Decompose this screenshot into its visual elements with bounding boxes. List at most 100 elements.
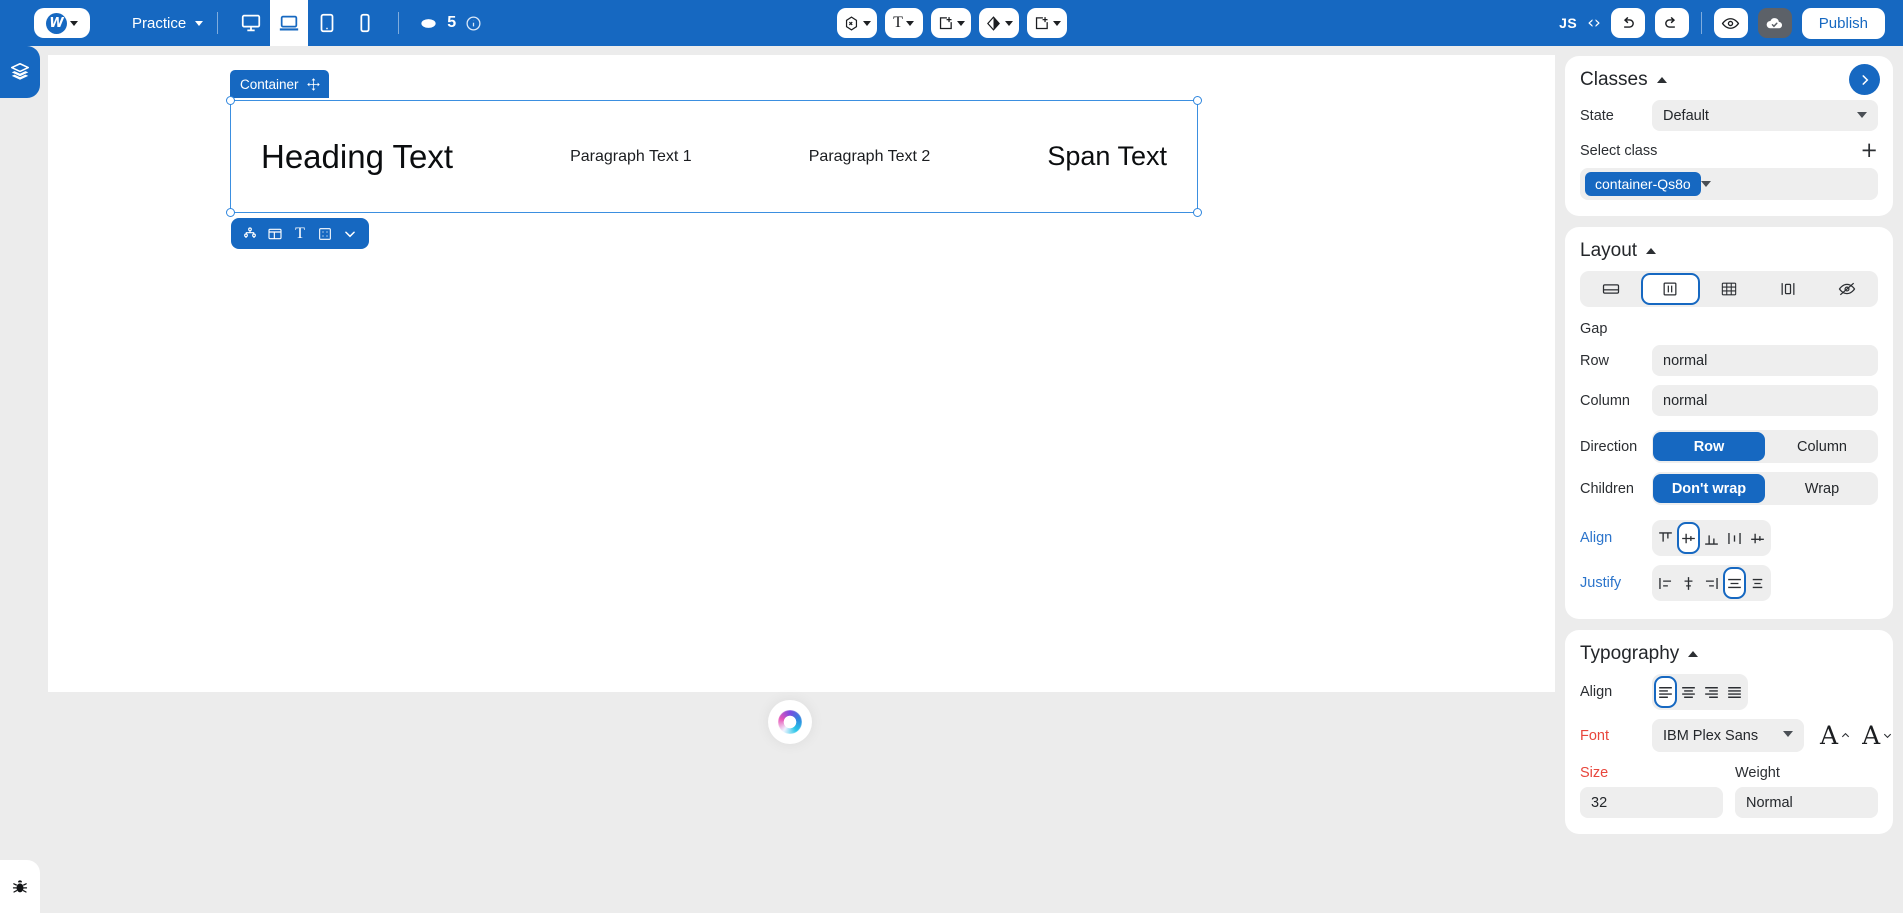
justify-space-around-button[interactable]	[1746, 567, 1769, 599]
resize-handle-top-left[interactable]	[226, 96, 235, 105]
display-block-button[interactable]	[1582, 273, 1641, 305]
canvas-heading[interactable]: Heading Text	[261, 138, 453, 176]
resize-handle-bottom-right[interactable]	[1193, 208, 1202, 217]
site-name-label: Practice	[132, 14, 187, 32]
structure-icon[interactable]	[239, 223, 261, 245]
text-align-left-button[interactable]	[1654, 676, 1677, 708]
chevron-up-icon[interactable]	[1688, 651, 1699, 657]
selected-container[interactable]: Container Heading Text Paragraph Text 1 …	[226, 70, 1202, 249]
align-baseline-button[interactable]	[1746, 522, 1769, 554]
sidebar-item-layers[interactable]	[0, 46, 40, 98]
display-none-button[interactable]	[1817, 273, 1876, 305]
breakpoint-desktop[interactable]	[232, 0, 270, 46]
cloud-check-icon	[1766, 17, 1783, 28]
add-class-button[interactable]: +	[1860, 140, 1878, 161]
size-weight-row: Size 32 Weight Normal	[1580, 765, 1878, 818]
canvas-area[interactable]: Container Heading Text Paragraph Text 1 …	[40, 46, 1556, 913]
eye-icon	[1722, 17, 1740, 29]
class-selector[interactable]: container-Qs8o	[1580, 168, 1878, 200]
style-dropdown[interactable]	[978, 8, 1019, 38]
components-dropdown[interactable]	[836, 8, 877, 38]
size-input[interactable]: 32	[1580, 787, 1723, 818]
canvas-paragraph-1[interactable]: Paragraph Text 1	[570, 148, 692, 166]
display-flex-button[interactable]	[1640, 273, 1700, 305]
preview-button[interactable]	[1713, 8, 1748, 38]
align-center-button[interactable]	[1677, 522, 1700, 554]
justify-space-between-button[interactable]	[1723, 567, 1746, 599]
classes-expand-button[interactable]	[1849, 64, 1880, 95]
display-grid-button[interactable]	[1700, 273, 1759, 305]
text-align-center-button[interactable]	[1677, 676, 1700, 708]
text-align-justify-button[interactable]	[1723, 676, 1746, 708]
align-row: Align	[1580, 520, 1878, 556]
pages-icon	[421, 18, 436, 28]
js-toggle-button[interactable]: JS	[1559, 15, 1577, 31]
contrast-diamond-icon	[986, 15, 1000, 31]
weight-group: Weight Normal	[1735, 765, 1878, 818]
align-start-button[interactable]	[1654, 522, 1677, 554]
chevron-up-icon[interactable]	[1646, 248, 1657, 254]
weight-value: Normal	[1746, 794, 1793, 811]
weight-select[interactable]: Normal	[1735, 787, 1878, 818]
text-dropdown[interactable]: T	[884, 8, 923, 38]
weight-label: Weight	[1735, 765, 1780, 781]
bug-icon	[12, 879, 28, 893]
chevron-down-icon	[1857, 112, 1867, 118]
align-end-button[interactable]	[1700, 522, 1723, 554]
display-inline-block-button[interactable]	[1758, 273, 1817, 305]
breakpoint-laptop[interactable]	[270, 0, 309, 46]
gap-column-input[interactable]: normal	[1652, 385, 1878, 416]
text-align-right-button[interactable]	[1700, 676, 1723, 708]
element-tag-label[interactable]: Container	[230, 70, 329, 98]
breakpoint-tablet[interactable]	[308, 0, 346, 46]
page-canvas[interactable]: Container Heading Text Paragraph Text 1 …	[48, 55, 1556, 692]
chevron-down-icon[interactable]	[339, 223, 361, 245]
typography-title: Typography	[1580, 643, 1680, 664]
add-element-dropdown[interactable]	[930, 8, 971, 38]
align-stretch-button[interactable]	[1723, 522, 1746, 554]
webflow-logo-icon: W	[46, 12, 67, 34]
justify-center-button[interactable]	[1677, 567, 1700, 599]
resize-handle-top-right[interactable]	[1193, 96, 1202, 105]
chevron-down-icon	[1052, 20, 1061, 26]
justify-end-icon	[1705, 577, 1718, 589]
text-T-icon[interactable]: T	[289, 223, 311, 245]
children-dont-wrap-option[interactable]: Don't wrap	[1653, 474, 1765, 503]
publish-button[interactable]: Publish	[1801, 7, 1885, 39]
gap-column-value: normal	[1663, 392, 1708, 409]
pages-counter[interactable]: 5	[419, 14, 482, 33]
resize-handle-bottom-left[interactable]	[226, 208, 235, 217]
breakpoint-mobile[interactable]	[346, 0, 384, 46]
font-select[interactable]: IBM Plex Sans	[1652, 719, 1804, 752]
align-group	[1652, 520, 1771, 556]
padding-box-icon[interactable]	[314, 223, 336, 245]
columns-layout-icon[interactable]	[264, 223, 286, 245]
insert-dropdown[interactable]	[1026, 8, 1067, 38]
move-arrows-icon[interactable]	[306, 77, 321, 92]
undo-button[interactable]	[1610, 8, 1645, 38]
app-logo-button[interactable]: W	[34, 8, 90, 38]
font-size-decrease-button[interactable]: A	[1862, 721, 1893, 750]
state-select[interactable]: Default	[1652, 100, 1878, 131]
chevron-up-icon[interactable]	[1656, 77, 1667, 83]
redo-button[interactable]	[1654, 8, 1689, 38]
save-status-button[interactable]	[1757, 8, 1792, 38]
justify-end-button[interactable]	[1700, 567, 1723, 599]
font-size-increase-button[interactable]: A	[1820, 721, 1851, 750]
gap-row-input[interactable]: normal	[1652, 345, 1878, 376]
site-name-dropdown[interactable]: Practice	[132, 14, 204, 32]
debug-button[interactable]	[0, 860, 40, 913]
chevron-down-icon[interactable]	[1700, 181, 1711, 187]
active-class-chip[interactable]: container-Qs8o	[1585, 172, 1701, 196]
canvas-span[interactable]: Span Text	[1047, 141, 1167, 172]
direction-row-option[interactable]: Row	[1653, 432, 1765, 461]
block-icon	[1603, 284, 1620, 294]
children-wrap-option[interactable]: Wrap	[1766, 472, 1878, 505]
direction-column-option[interactable]: Column	[1766, 430, 1878, 463]
element-action-toolbar[interactable]: T	[231, 218, 369, 249]
canvas-paragraph-2[interactable]: Paragraph Text 2	[809, 148, 931, 166]
classes-title: Classes	[1580, 69, 1648, 90]
code-view-button[interactable]: ‹›	[1587, 13, 1601, 33]
eye-off-icon	[1838, 282, 1855, 296]
justify-start-button[interactable]	[1654, 567, 1677, 599]
